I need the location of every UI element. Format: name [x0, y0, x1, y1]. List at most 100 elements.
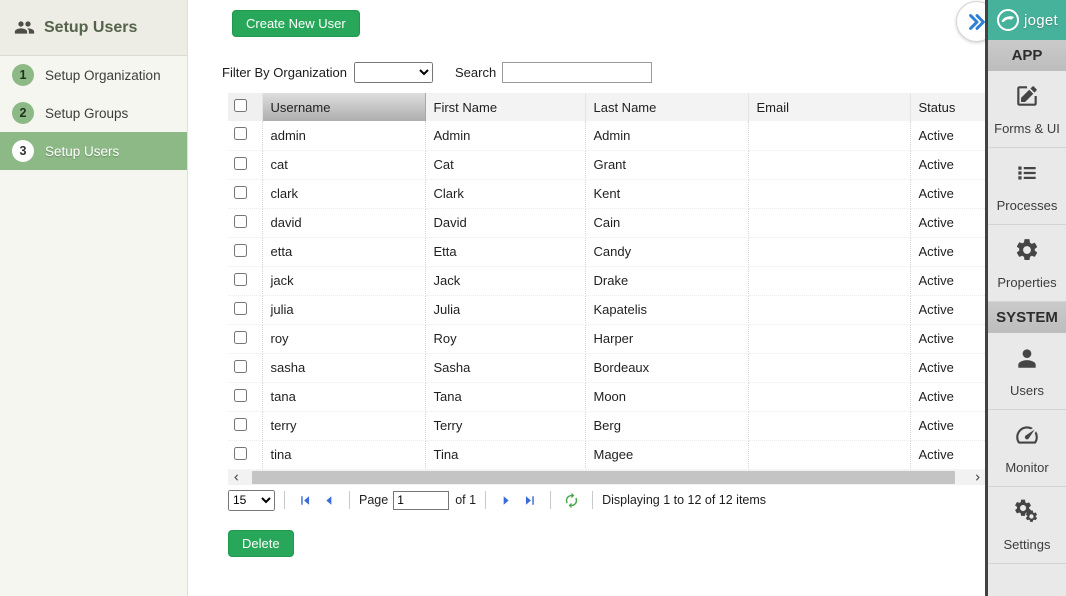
users-table: UsernameFirst NameLast NameEmailStatus a… [228, 93, 985, 470]
scroll-left-arrow-icon[interactable] [228, 470, 244, 485]
table-row[interactable]: sashaSashaBordeauxActive [228, 353, 985, 382]
cell-first_name: Etta [425, 237, 585, 266]
select-all-header-cell [228, 93, 262, 121]
row-checkbox-cell [228, 440, 262, 469]
row-checkbox[interactable] [234, 215, 247, 228]
edit-icon [1014, 83, 1040, 114]
row-checkbox[interactable] [234, 302, 247, 315]
appbar-item-forms-ui[interactable]: Forms & UI [988, 71, 1066, 148]
row-checkbox[interactable] [234, 157, 247, 170]
row-checkbox[interactable] [234, 331, 247, 344]
next-page-icon[interactable] [498, 492, 515, 509]
appbar-item-monitor[interactable]: Monitor [988, 410, 1066, 487]
appbar-section-header-app: APP [988, 40, 1066, 71]
cell-first_name: Cat [425, 150, 585, 179]
column-header-last_name[interactable]: Last Name [585, 93, 748, 121]
row-checkbox[interactable] [234, 389, 247, 402]
table-row[interactable]: juliaJuliaKapatelisActive [228, 295, 985, 324]
cell-first_name: Tina [425, 440, 585, 469]
row-checkbox-cell [228, 208, 262, 237]
table-row[interactable]: jackJackDrakeActive [228, 266, 985, 295]
setup-users-screen: Setup Users 1Setup Organization2Setup Gr… [0, 0, 1066, 596]
row-checkbox[interactable] [234, 273, 247, 286]
row-checkbox[interactable] [234, 127, 247, 140]
table-row[interactable]: catCatGrantActive [228, 150, 985, 179]
wizard-step-setup-users[interactable]: 3Setup Users [0, 132, 187, 170]
appbar-item-settings[interactable]: Settings [988, 487, 1066, 564]
cell-first_name: Tana [425, 382, 585, 411]
table-row[interactable]: ettaEttaCandyActive [228, 237, 985, 266]
list-icon [1014, 160, 1040, 191]
organization-filter-select[interactable] [354, 62, 433, 83]
table-header-row: UsernameFirst NameLast NameEmailStatus [228, 93, 985, 121]
filter-row: Filter By Organization Search [222, 62, 652, 83]
cell-email [748, 179, 910, 208]
appbar-item-users[interactable]: Users [988, 333, 1066, 410]
cell-first_name: Roy [425, 324, 585, 353]
user-icon [1014, 345, 1040, 376]
row-checkbox[interactable] [234, 447, 247, 460]
refresh-icon[interactable] [563, 492, 580, 509]
cell-last_name: Drake [585, 266, 748, 295]
cell-last_name: Harper [585, 324, 748, 353]
table-row[interactable]: tinaTinaMageeActive [228, 440, 985, 469]
row-checkbox[interactable] [234, 244, 247, 257]
row-checkbox[interactable] [234, 360, 247, 373]
users-table-container: UsernameFirst NameLast NameEmailStatus a… [228, 93, 985, 470]
cell-first_name: Sasha [425, 353, 585, 382]
table-row[interactable]: clarkClarkKentActive [228, 179, 985, 208]
select-all-checkbox[interactable] [234, 99, 247, 112]
page-number-input[interactable] [393, 491, 449, 510]
gears-icon [1014, 499, 1040, 530]
last-page-icon[interactable] [521, 492, 538, 509]
table-row[interactable]: terryTerryBergActive [228, 411, 985, 440]
wizard-step-setup-organization[interactable]: 1Setup Organization [0, 56, 187, 94]
first-page-icon[interactable] [297, 492, 314, 509]
row-checkbox[interactable] [234, 418, 247, 431]
table-row[interactable]: tanaTanaMoonActive [228, 382, 985, 411]
setup-wizard-sidebar: Setup Users 1Setup Organization2Setup Gr… [0, 0, 188, 596]
page-size-select[interactable]: 15 [228, 490, 275, 511]
joget-logo-icon [996, 8, 1020, 32]
filter-by-organization-label: Filter By Organization [222, 65, 347, 80]
search-input[interactable] [502, 62, 652, 83]
cell-email [748, 237, 910, 266]
cell-last_name: Candy [585, 237, 748, 266]
cell-username: terry [262, 411, 425, 440]
appbar-item-label: Forms & UI [994, 121, 1060, 136]
wizard-step-setup-groups[interactable]: 2Setup Groups [0, 94, 187, 132]
cell-first_name: Jack [425, 266, 585, 295]
previous-page-icon[interactable] [320, 492, 337, 509]
wizard-steps: 1Setup Organization2Setup Groups3Setup U… [0, 56, 187, 170]
scroll-right-arrow-icon[interactable] [969, 470, 985, 485]
cell-status: Active [910, 179, 985, 208]
cell-email [748, 440, 910, 469]
table-row[interactable]: davidDavidCainActive [228, 208, 985, 237]
column-header-status[interactable]: Status [910, 93, 985, 121]
column-header-email[interactable]: Email [748, 93, 910, 121]
scrollbar-thumb[interactable] [252, 471, 955, 484]
divider [284, 491, 285, 509]
joget-logo-text: joget [1024, 12, 1058, 29]
joget-logo[interactable]: joget [988, 0, 1066, 40]
divider [550, 491, 551, 509]
row-checkbox[interactable] [234, 186, 247, 199]
table-row[interactable]: adminAdminAdminActive [228, 121, 985, 150]
appbar-item-processes[interactable]: Processes [988, 148, 1066, 225]
divider [349, 491, 350, 509]
cell-username: admin [262, 121, 425, 150]
delete-button[interactable]: Delete [228, 530, 294, 557]
appbar-item-label: Properties [997, 275, 1056, 290]
cell-email [748, 266, 910, 295]
horizontal-scrollbar[interactable] [228, 470, 985, 485]
table-row[interactable]: royRoyHarperActive [228, 324, 985, 353]
column-header-first_name[interactable]: First Name [425, 93, 585, 121]
wizard-header: Setup Users [0, 0, 187, 56]
cell-status: Active [910, 382, 985, 411]
create-new-user-button[interactable]: Create New User [232, 10, 360, 37]
row-checkbox-cell [228, 295, 262, 324]
appbar-item-properties[interactable]: Properties [988, 225, 1066, 302]
row-checkbox-cell [228, 237, 262, 266]
cell-username: clark [262, 179, 425, 208]
column-header-username[interactable]: Username [262, 93, 425, 121]
